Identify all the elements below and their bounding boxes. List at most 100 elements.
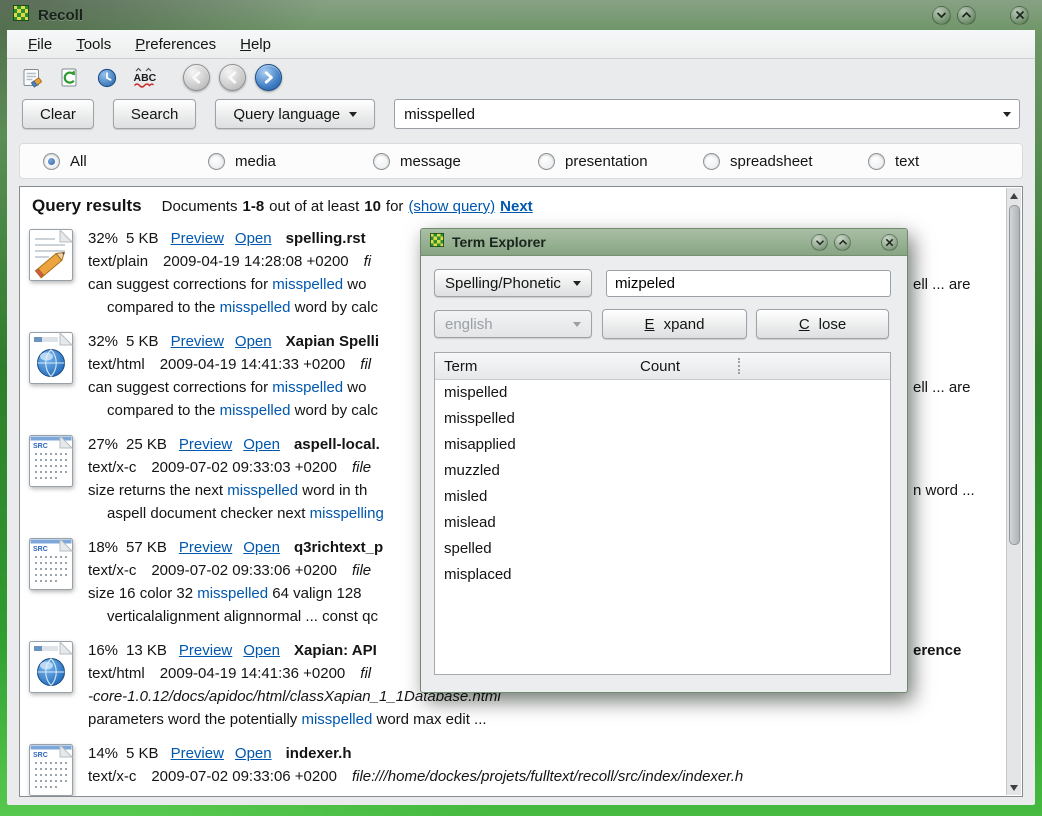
text-file-icon[interactable] — [29, 227, 75, 319]
svg-text:SRC: SRC — [33, 546, 48, 553]
html-file-icon[interactable] — [29, 639, 75, 731]
dialog-title-bar[interactable]: Term Explorer — [421, 229, 907, 256]
menu-tools[interactable]: Tools — [65, 32, 122, 57]
scrollbar-down-icon[interactable] — [1007, 780, 1022, 795]
query-combobox[interactable] — [394, 99, 1020, 129]
term-row[interactable]: misapplied — [435, 432, 890, 458]
radio-icon — [43, 153, 60, 170]
term-table-header[interactable]: Term Count — [435, 353, 890, 380]
term-explorer-spell-icon[interactable]: ABC — [130, 64, 158, 92]
first-page-icon[interactable] — [183, 64, 210, 91]
search-row: Clear Search Query language — [7, 96, 1035, 137]
text-segment: ell ... are — [913, 376, 971, 399]
prev-page-icon[interactable] — [219, 64, 246, 91]
result-headline: 14%5 KBPreviewOpenindexer.h — [88, 742, 758, 765]
search-button[interactable]: Search — [113, 99, 197, 129]
chevron-down-icon[interactable] — [1003, 112, 1011, 117]
open-link[interactable]: Open — [243, 436, 280, 453]
filter-label: spreadsheet — [730, 153, 813, 170]
column-count[interactable]: Count — [640, 358, 680, 375]
text-segment: n word ... — [913, 479, 975, 502]
scrollbar-up-icon[interactable] — [1007, 188, 1022, 203]
src-file-icon[interactable]: SRC — [29, 536, 75, 628]
text-segment: word by calc — [290, 402, 378, 419]
preview-link[interactable]: Preview — [179, 539, 232, 556]
close-icon[interactable] — [1010, 6, 1029, 25]
next-link[interactable]: Next — [500, 198, 533, 215]
query-results-title: Query results — [32, 196, 142, 216]
open-link[interactable]: Open — [243, 642, 280, 659]
result-item: SRC14%5 KBPreviewOpenindexer.htext/x-c20… — [29, 742, 1006, 796]
src-file-icon[interactable]: SRC — [29, 742, 75, 796]
result-mimetype: text/x-c — [88, 459, 136, 476]
filter-presentation[interactable]: presentation — [538, 153, 703, 170]
query-input[interactable] — [404, 106, 995, 123]
show-query-link[interactable]: (show query) — [408, 198, 495, 215]
text-segment: erence — [913, 639, 961, 662]
menu-help[interactable]: Help — [229, 32, 282, 57]
term-row[interactable]: spelled — [435, 536, 890, 562]
preview-link[interactable]: Preview — [171, 333, 224, 350]
result-title: q3richtext_p — [294, 539, 383, 556]
preview-link[interactable]: Preview — [179, 642, 232, 659]
chevron-down-icon — [349, 112, 357, 117]
term-row[interactable]: mislead — [435, 510, 890, 536]
next-page-icon[interactable] — [255, 64, 282, 91]
results-scrollbar[interactable] — [1006, 188, 1021, 795]
close-button[interactable]: Close — [756, 309, 889, 339]
mode-dropdown[interactable]: Spelling/Phonetic — [434, 269, 592, 297]
dialog-title: Term Explorer — [452, 234, 546, 250]
term-row[interactable]: mispelled — [435, 380, 890, 406]
result-date: 2009-04-19 14:28:08 +0200 — [163, 253, 349, 270]
erase-search-icon[interactable] — [19, 64, 47, 92]
scrollbar-thumb[interactable] — [1009, 205, 1020, 545]
clear-button[interactable]: Clear — [22, 99, 94, 129]
language-dropdown[interactable]: english — [434, 310, 592, 338]
html-file-icon[interactable] — [29, 330, 75, 422]
src-file-icon[interactable]: SRC — [29, 433, 75, 525]
term-row[interactable]: misled — [435, 484, 890, 510]
toolbar: ABC — [7, 59, 1035, 96]
shade-down-icon[interactable] — [811, 234, 828, 251]
preview-link[interactable]: Preview — [179, 436, 232, 453]
preview-link[interactable]: Preview — [171, 745, 224, 762]
filter-text[interactable]: text — [868, 153, 919, 170]
result-snippet: compared to the misspelled word by calc — [88, 399, 386, 422]
term-table: Term Count mispelledmisspelledmisapplied… — [434, 352, 891, 675]
shade-up-icon[interactable] — [957, 6, 976, 25]
text-segment: parameters word the potentially — [88, 711, 301, 728]
open-link[interactable]: Open — [235, 333, 272, 350]
shade-up-icon[interactable] — [834, 234, 851, 251]
highlighted-term: misspelled — [220, 299, 291, 316]
update-index-icon[interactable] — [56, 64, 84, 92]
close-icon[interactable] — [881, 234, 898, 251]
sort-by-date-icon[interactable] — [93, 64, 121, 92]
text-segment: 64 valign 128 — [268, 585, 361, 602]
filter-all[interactable]: All — [43, 153, 208, 170]
result-date: 2009-07-02 09:33:03 +0200 — [151, 459, 337, 476]
relevance-percent: 18% — [88, 539, 118, 556]
expand-button[interactable]: Expand — [602, 309, 747, 339]
open-link[interactable]: Open — [235, 745, 272, 762]
filter-media[interactable]: media — [208, 153, 373, 170]
shade-down-icon[interactable] — [932, 6, 951, 25]
filter-spreadsheet[interactable]: spreadsheet — [703, 153, 868, 170]
preview-link[interactable]: Preview — [171, 230, 224, 247]
open-link[interactable]: Open — [235, 230, 272, 247]
title-bar[interactable]: Recoll — [0, 0, 1042, 30]
highlighted-term: misspelling — [310, 505, 384, 522]
open-link[interactable]: Open — [243, 539, 280, 556]
column-term[interactable]: Term — [435, 358, 640, 375]
filter-message[interactable]: message — [373, 153, 538, 170]
term-row[interactable]: muzzled — [435, 458, 890, 484]
result-mimetype: text/x-c — [88, 562, 136, 579]
column-separator — [738, 358, 740, 374]
term-input[interactable] — [606, 270, 891, 297]
result-size: 5 KB — [126, 230, 159, 247]
term-row[interactable]: misspelled — [435, 406, 890, 432]
query-language-dropdown[interactable]: Query language — [215, 99, 375, 129]
term-row[interactable]: misplaced — [435, 562, 890, 588]
result-snippet: can suggest corrections for misspelled w… — [88, 273, 386, 296]
menu-preferences[interactable]: Preferences — [124, 32, 227, 57]
menu-file[interactable]: File — [17, 32, 63, 57]
